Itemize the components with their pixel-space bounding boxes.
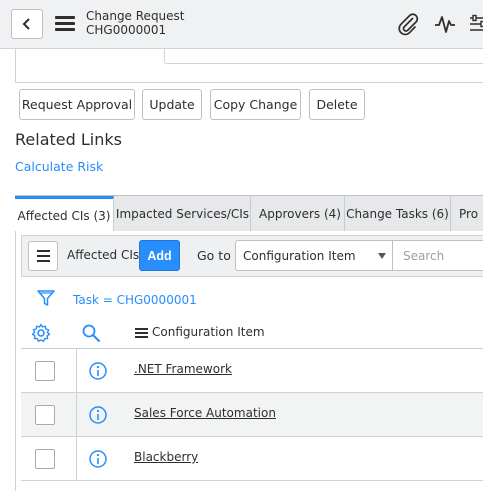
ci-link[interactable]: .NET Framework (134, 362, 232, 376)
request-approval-button[interactable]: Request Approval (19, 89, 135, 120)
hamburger-menu-icon[interactable] (55, 16, 75, 32)
related-links-heading: Related Links (15, 130, 122, 149)
add-button[interactable]: Add (139, 240, 180, 271)
column-configuration-item[interactable]: Configuration Item (152, 325, 265, 339)
copy-change-button[interactable]: Copy Change (210, 89, 301, 120)
ci-link[interactable]: Blackberry (134, 450, 198, 464)
goto-label: Go to (197, 248, 231, 263)
info-icon[interactable] (88, 405, 108, 425)
list-context-menu-button[interactable] (28, 241, 58, 271)
delete-button[interactable]: Delete (309, 89, 365, 120)
form-title-block: Change Request CHG0000001 (86, 9, 185, 37)
back-icon (22, 18, 30, 30)
column-menu-icon[interactable] (135, 328, 148, 339)
calculate-risk-link[interactable]: Calculate Risk (15, 159, 103, 174)
search-input[interactable] (392, 240, 483, 271)
filter-breadcrumb[interactable]: Task = CHG0000001 (73, 293, 197, 307)
settings-sliders-icon[interactable] (468, 12, 483, 36)
info-icon[interactable] (88, 361, 108, 381)
form-header: Change Request CHG0000001 (0, 0, 483, 49)
table-row: Blackberry (21, 437, 483, 481)
search-icon[interactable] (81, 323, 101, 343)
table-row: Sales Force Automation (21, 393, 483, 437)
tab-problems[interactable]: Pro (451, 196, 483, 231)
goto-selected-value: Configuration Item (243, 248, 356, 263)
form-section (15, 49, 483, 83)
form-title: Change Request (86, 9, 185, 23)
row-checkbox[interactable] (35, 449, 55, 469)
form-field[interactable] (164, 49, 483, 64)
goto-field-select[interactable]: Configuration Item (235, 240, 393, 271)
ci-link[interactable]: Sales Force Automation (134, 406, 276, 420)
list-title: Affected CIs (67, 248, 140, 262)
back-button[interactable] (11, 9, 43, 39)
tab-impacted-services[interactable]: Impacted Services/CIs (115, 196, 251, 231)
paperclip-icon[interactable] (396, 12, 420, 36)
hamburger-icon (36, 250, 50, 252)
tab-affected-cis[interactable]: Affected CIs (3) (15, 196, 114, 232)
tab-approvers[interactable]: Approvers (4) (256, 196, 345, 231)
tab-change-tasks[interactable]: Change Tasks (6) (345, 196, 451, 231)
activity-icon[interactable] (433, 12, 457, 36)
gear-icon[interactable] (31, 323, 51, 343)
chevron-down-icon (378, 253, 386, 259)
record-number: CHG0000001 (86, 23, 167, 37)
update-button[interactable]: Update (142, 89, 202, 120)
filter-icon[interactable] (36, 288, 56, 308)
info-icon[interactable] (88, 449, 108, 469)
row-checkbox[interactable] (35, 405, 55, 425)
related-list-tabs: Affected CIs (3) Impacted Services/CIs A… (15, 195, 483, 232)
row-checkbox[interactable] (35, 361, 55, 381)
table-row: .NET Framework (21, 349, 483, 393)
